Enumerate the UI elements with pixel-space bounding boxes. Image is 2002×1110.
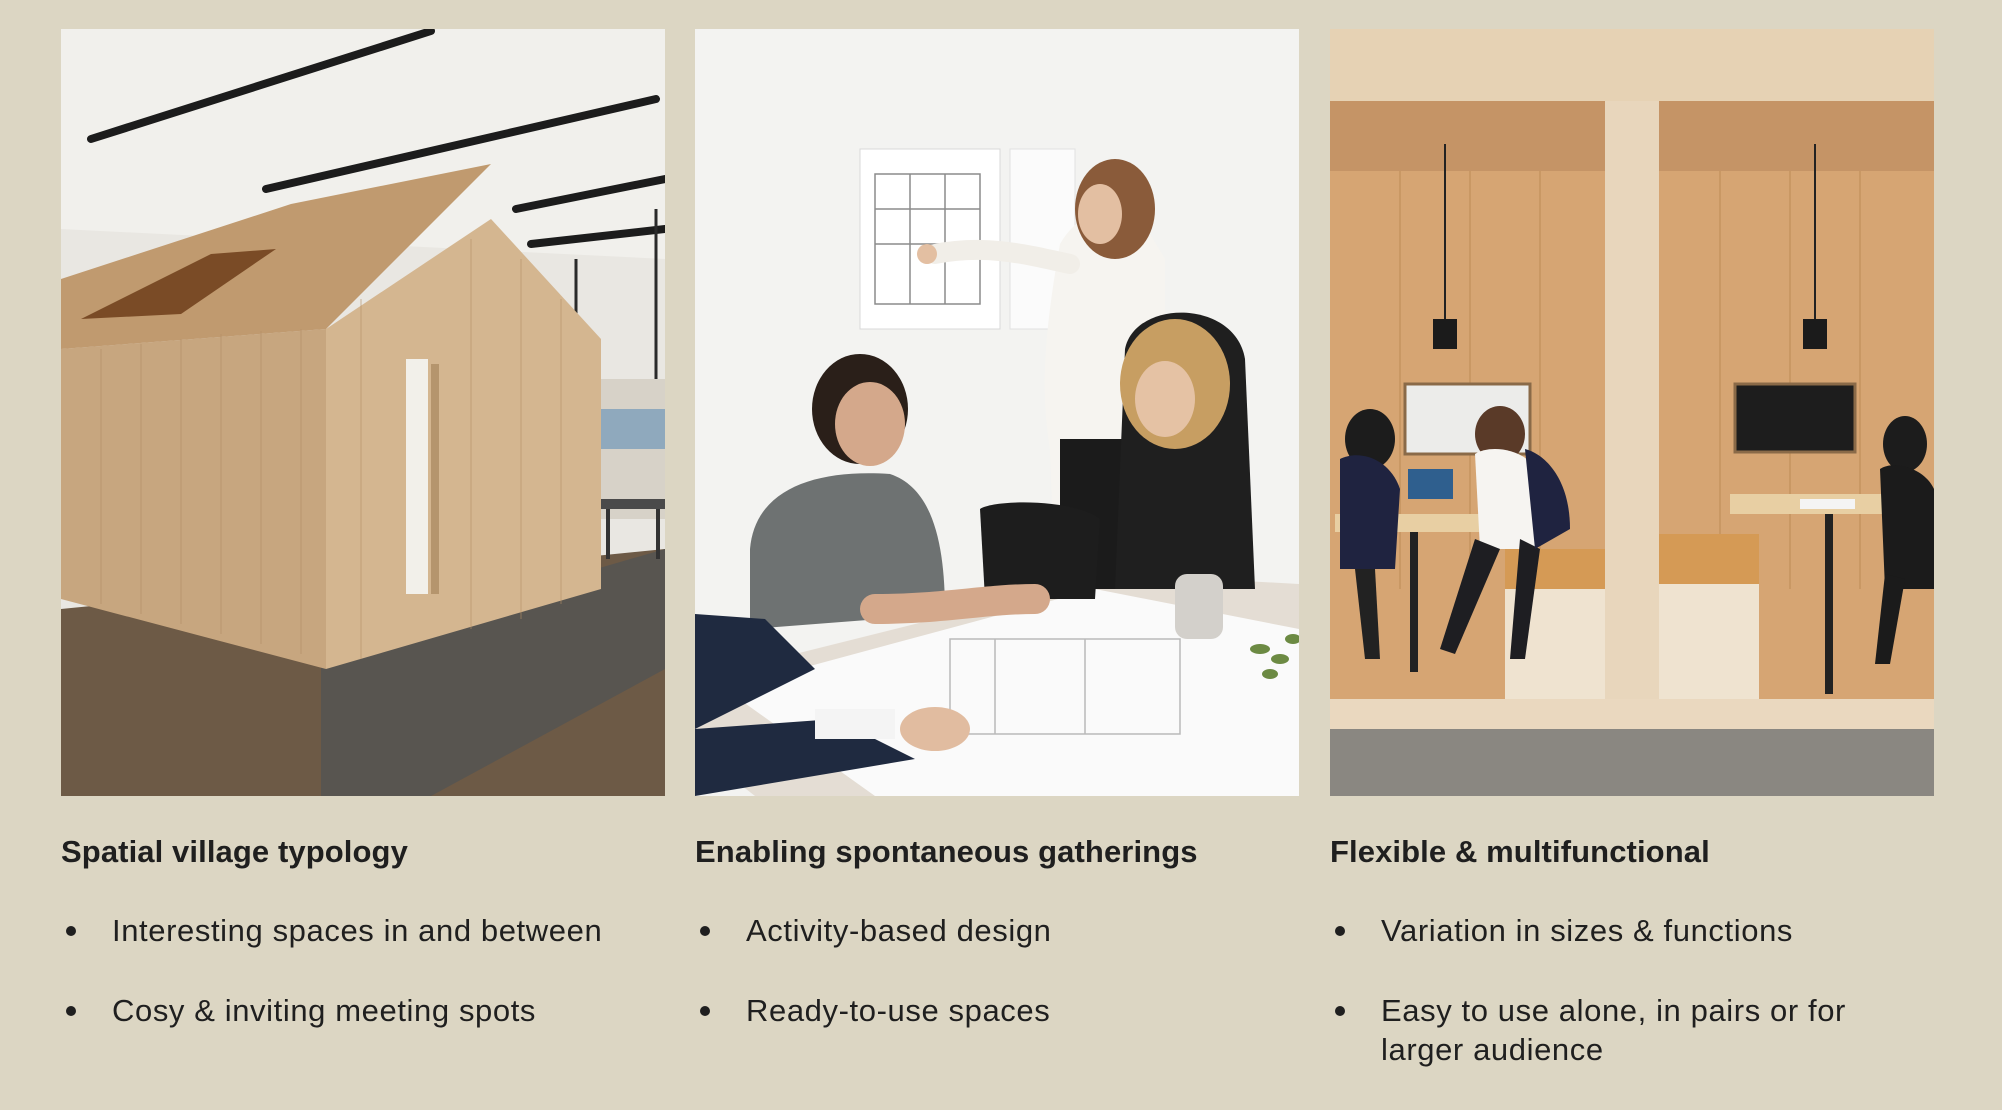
- list-item: Easy to use alone, in pairs or for large…: [1330, 991, 1934, 1069]
- list-item: Interesting spaces in and between: [61, 911, 665, 950]
- bullet-list: Activity-based design Ready-to-use space…: [695, 911, 1299, 1071]
- bullet-icon: [66, 926, 76, 936]
- list-item-text: Cosy & inviting meeting spots: [112, 993, 537, 1028]
- bullet-icon: [1335, 926, 1345, 936]
- feature-column-1: Spatial village typology Interesting spa…: [61, 29, 665, 1028]
- list-item-text: Variation in sizes & functions: [1381, 913, 1794, 948]
- feature-column-3: Flexible & multifunctional Variation in …: [1330, 29, 1934, 1067]
- list-item: Activity-based design: [695, 911, 1299, 950]
- bullet-icon: [700, 926, 710, 936]
- list-item: Ready-to-use spaces: [695, 991, 1299, 1030]
- list-item: Cosy & inviting meeting spots: [61, 991, 665, 1030]
- team-meeting-photo: [695, 29, 1299, 796]
- list-item-text: Interesting spaces in and between: [112, 913, 603, 948]
- list-item-text: Ready-to-use spaces: [746, 993, 1051, 1028]
- bullet-icon: [1335, 1006, 1345, 1016]
- wooden-cabin-photo: [61, 29, 665, 796]
- bullet-list: Variation in sizes & functions Easy to u…: [1330, 911, 1934, 1110]
- bullet-icon: [700, 1006, 710, 1016]
- column-heading: Enabling spontaneous gatherings: [695, 834, 1198, 869]
- feature-column-2: Enabling spontaneous gatherings Activity…: [695, 29, 1299, 1028]
- column-heading: Spatial village typology: [61, 834, 408, 869]
- list-item-text: Activity-based design: [746, 913, 1052, 948]
- list-item: Variation in sizes & functions: [1330, 911, 1934, 950]
- bullet-list: Interesting spaces in and between Cosy &…: [61, 911, 665, 1071]
- bullet-icon: [66, 1006, 76, 1016]
- list-item-text: Easy to use alone, in pairs or for large…: [1381, 993, 1846, 1067]
- meeting-booths-photo: [1330, 29, 1934, 796]
- column-heading: Flexible & multifunctional: [1330, 834, 1710, 869]
